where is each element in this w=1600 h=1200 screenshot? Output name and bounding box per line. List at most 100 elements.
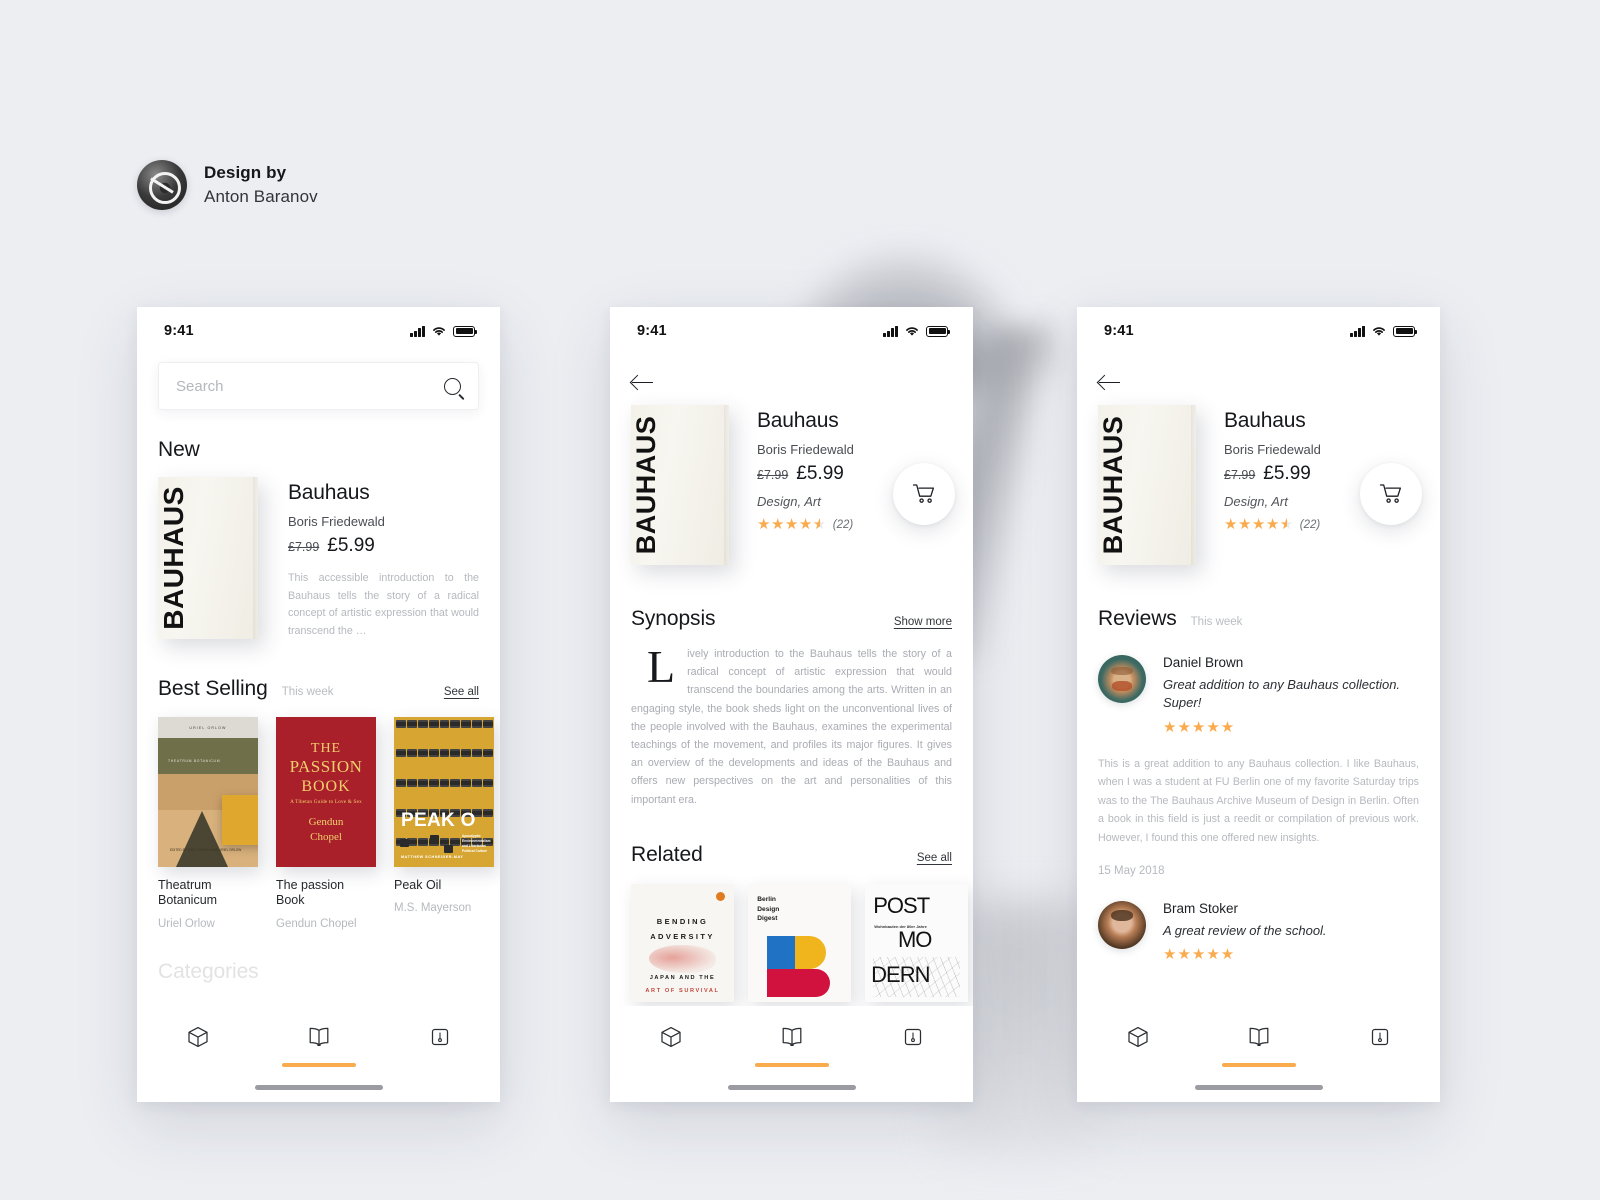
book-cover-bauhaus[interactable]: BAUHAUS [1098,405,1196,565]
tab-store[interactable] [610,1025,731,1049]
section-title-reviews: Reviews [1098,607,1177,630]
review-star-rating: ★★★★★ [1163,946,1236,964]
back-arrow-icon[interactable] [1098,371,1120,393]
cover-line-4: ART OF SURVIVAL [645,987,720,994]
review-quote: Great addition to any Bauhaus collection… [1163,677,1401,711]
book-cover-theatrum-botanicum[interactable]: URIEL ORLOW THEATRUM BOTANICUM EDITED BY… [158,716,258,867]
rembrandt-avatar [1098,900,1146,949]
book-title: Bauhaus [1224,409,1306,432]
book-card[interactable]: URIEL ORLOW THEATRUM BOTANICUM EDITED BY… [158,716,258,930]
cover-block-blue [766,935,796,969]
tab-bookmarks[interactable] [1319,1025,1440,1049]
cover-author-2: Chopel [310,830,342,843]
box-icon [1127,1026,1148,1048]
book-cover-bauhaus[interactable]: BAUHAUS [158,477,258,639]
book-card-author: M.S. Mayerson [394,902,472,915]
synopsis-text-block: Lively introduction to the Bauhaus tells… [631,644,952,809]
star-rating-icons: ★★★★★ [1224,516,1294,533]
box-icon [660,1026,681,1048]
search-bar[interactable] [158,362,479,410]
book-card-title: The passion Book [276,877,345,908]
back-arrow-icon[interactable] [631,371,653,393]
book-card-author: Uriel Orlow [158,917,215,930]
book-price-old: £7.99 [1224,468,1256,482]
review-author-name: Daniel Brown [1163,655,1244,670]
rating-count: (22) [832,518,854,531]
book-title: Bauhaus [288,481,370,504]
add-to-cart-button[interactable] [1360,463,1422,525]
cover-block-red-round [809,968,831,997]
tab-store[interactable] [137,1025,258,1049]
home-indicator[interactable] [727,1085,856,1090]
synopsis-show-more[interactable]: Show more [894,616,952,628]
best-selling-subtitle: This week [281,685,334,698]
related-see-all[interactable]: See all [917,852,952,864]
cover-subtitle: Apocalyptic Environmentalism and Liberta… [462,833,491,853]
search-icon[interactable] [444,377,461,395]
book-rating: ★★★★★ (22) [757,517,854,532]
tab-bookmarks[interactable] [379,1025,500,1049]
book-icon [309,1027,328,1046]
cover-footer-line: EDITED BY SHELA SHEIKH AND URIEL ORLOW [170,848,242,853]
add-to-cart-button[interactable] [893,463,955,525]
bookmark-icon [431,1028,448,1046]
cellular-signal-icon [883,325,898,337]
book-cover-bending-adversity[interactable]: BENDING ADVERSITY JAPAN AND THE ART OF S… [631,883,734,1002]
book-cover-title: BAUHAUS [631,415,661,555]
cover-subtitle: A Tibetan Guide to Love & Sex [290,798,362,805]
battery-full-icon [1393,325,1418,337]
book-author: Boris Friedewald [288,514,385,529]
bottom-tab-bar [1077,1006,1440,1102]
tab-library[interactable] [1198,1025,1319,1067]
book-price-new: £5.99 [1263,463,1311,484]
rating-count: (22) [1299,518,1321,531]
book-title: Bauhaus [757,409,839,432]
cover-line-3: Digest [757,915,778,923]
cover-barrel-shape [400,839,409,848]
book-card[interactable]: PEAK O Apocalyptic Environmentalism and … [394,716,494,930]
tab-library[interactable] [731,1025,852,1067]
review-star-rating: ★★★★★ [1163,718,1236,736]
battery-full-icon [453,325,478,337]
cover-barrel-shape [430,834,439,843]
book-hero: BAUHAUS Bauhaus Boris Friedewald £7.99 £… [610,393,973,565]
book-cover-title: BAUHAUS [158,486,189,630]
book-card-title: Peak Oil [394,877,442,892]
cover-triangle-shape [176,810,228,867]
status-bar: 9:41 [610,307,973,355]
cover-sketch-illustration [873,956,960,997]
tab-library[interactable] [258,1025,379,1067]
cover-line-2: ADVERSITY [650,932,715,942]
new-book-row[interactable]: BAUHAUS Bauhaus Boris Friedewald £7.99 £… [158,477,479,641]
book-cover-title: BAUHAUS [1098,415,1128,555]
tab-store[interactable] [1077,1025,1198,1049]
book-cover-peak-oil[interactable]: PEAK O Apocalyptic Environmentalism and … [394,716,494,867]
book-genre: Design, Art [1224,494,1288,509]
phone-home-screen: 9:41 New BAUHAUS Bauhaus Bo [137,307,500,1102]
cover-line-2: Design [757,905,780,913]
search-input[interactable] [176,377,444,395]
book-cover-post-modern[interactable]: POST Wohnbauten der 80er Jahre MO DERN [865,883,968,1002]
book-author: Boris Friedewald [1224,442,1321,457]
book-card[interactable]: THE PASSION BOOK A Tibetan Guide to Love… [276,716,376,930]
publisher-logo-icon [715,891,725,901]
best-selling-list: URIEL ORLOW THEATRUM BOTANICUM EDITED BY… [158,716,494,930]
book-author: Boris Friedewald [757,442,854,457]
home-indicator[interactable] [254,1085,383,1090]
cover-koi-illustration [648,945,717,974]
van-gogh-avatar [1098,655,1146,703]
section-title-related: Related [631,842,703,866]
star-rating-icons: ★★★★★ [757,516,827,533]
wifi-icon [433,327,445,336]
book-cover-the-passion-book[interactable]: THE PASSION BOOK A Tibetan Guide to Love… [276,716,376,867]
best-selling-see-all[interactable]: See all [444,686,479,698]
tab-bookmarks[interactable] [852,1025,973,1049]
book-cover-berlin-design-digest[interactable]: Berlin Design Digest [748,883,851,1002]
review-item: Daniel Brown Great addition to any Bauha… [1098,655,1419,735]
book-cover-bauhaus[interactable]: BAUHAUS [631,405,729,565]
wifi-icon [906,327,918,336]
section-title-new: New [158,438,200,461]
review-author-name: Bram Stoker [1163,900,1239,916]
home-indicator[interactable] [1194,1085,1323,1090]
cover-title-line: PEAK O [401,809,476,831]
